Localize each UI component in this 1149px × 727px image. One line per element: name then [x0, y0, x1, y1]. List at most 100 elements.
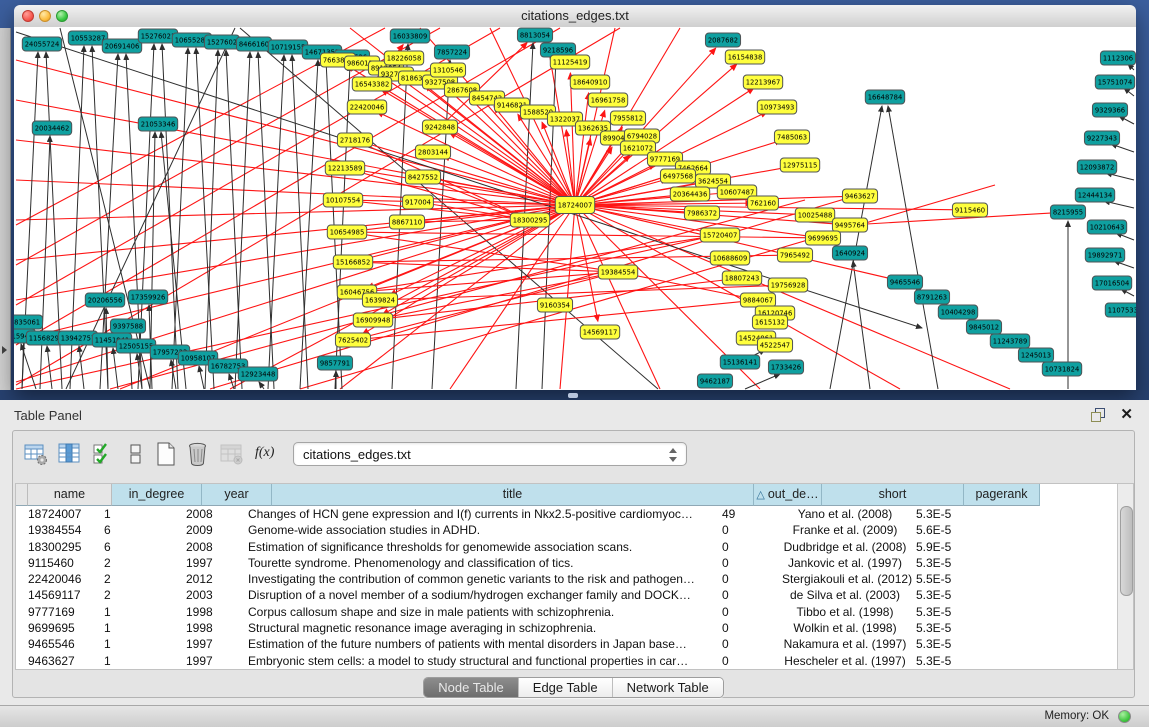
cell-title[interactable]: Tourette syndrome. Phenomenology and cla… — [244, 555, 718, 571]
cell-out_de[interactable]: 0 — [718, 604, 778, 620]
cell-in_degree[interactable]: 2 — [100, 587, 182, 603]
cell-title[interactable]: Genome-wide association studies in ADHD. — [244, 522, 718, 538]
cell-pagerank[interactable]: 5.3E-5 — [912, 636, 980, 652]
table-row[interactable]: 1456911722003Disruption of a novel membe… — [16, 587, 1117, 603]
column-header-title[interactable]: title — [272, 484, 754, 506]
panel-splitter-handle[interactable] — [568, 393, 578, 398]
tab-network-table[interactable]: Network Table — [613, 678, 723, 697]
cell-year[interactable]: 1997 — [182, 555, 244, 571]
select-columns-icon[interactable] — [57, 441, 85, 469]
cell-year[interactable]: 2008 — [182, 506, 244, 522]
cell-out_de[interactable]: 0 — [718, 620, 778, 636]
cell-in_degree[interactable]: 1 — [100, 604, 182, 620]
column-header-short[interactable]: short — [822, 484, 964, 506]
cell-year[interactable]: 2012 — [182, 571, 244, 587]
cell-title[interactable]: Estimation of the future numbers of pati… — [244, 636, 718, 652]
cell-name[interactable]: 19384554 — [24, 522, 100, 538]
cell-short[interactable]: Wolkin et al. (1998) — [778, 620, 912, 636]
cell-short[interactable]: Dudbridge et al. (2008) — [778, 539, 912, 555]
table-selector-dropdown[interactable]: citations_edges.txt — [293, 442, 687, 466]
window-titlebar[interactable]: citations_edges.txt — [14, 5, 1136, 28]
cell-year[interactable]: 2003 — [182, 587, 244, 603]
cell-pagerank[interactable]: 5.9E-5 — [912, 539, 980, 555]
function-builder-icon[interactable]: f(x) — [255, 445, 283, 473]
table-row[interactable]: 1830029562008Estimation of significance … — [16, 539, 1117, 555]
cell-name[interactable]: 9777169 — [24, 604, 100, 620]
cell-pagerank[interactable]: 5.5E-5 — [912, 571, 980, 587]
cell-in_degree[interactable]: 6 — [100, 539, 182, 555]
tab-node-table[interactable]: Node Table — [424, 678, 519, 697]
cell-short[interactable]: Nakamura et al. (1997) — [778, 636, 912, 652]
cell-out_de[interactable]: 0 — [718, 522, 778, 538]
cell-in_degree[interactable]: 6 — [100, 522, 182, 538]
table-vertical-scrollbar[interactable] — [1117, 484, 1133, 669]
cell-pagerank[interactable]: 5.3E-5 — [912, 653, 980, 669]
table-row[interactable]: 977716911998Corpus callosum shape and si… — [16, 604, 1117, 620]
cell-year[interactable]: 2009 — [182, 522, 244, 538]
cell-name[interactable]: 9463627 — [24, 653, 100, 669]
cell-year[interactable]: 1997 — [182, 653, 244, 669]
cell-short[interactable]: Hescheler et al. (1997) — [778, 653, 912, 669]
new-table-icon[interactable] — [153, 441, 181, 469]
table-row[interactable]: 969969511998Structural magnetic resonanc… — [16, 620, 1117, 636]
tab-edge-table[interactable]: Edge Table — [519, 678, 613, 697]
column-header-name[interactable]: name — [28, 484, 112, 506]
cell-title[interactable]: Disruption of a novel member of a sodium… — [244, 587, 718, 603]
cell-short[interactable]: de Silva et al. (2003) — [778, 587, 912, 603]
cell-year[interactable]: 1997 — [182, 636, 244, 652]
cell-in_degree[interactable]: 2 — [100, 571, 182, 587]
cell-name[interactable]: 22420046 — [24, 571, 100, 587]
cell-pagerank[interactable]: 5.3E-5 — [912, 620, 980, 636]
delete-table-icon[interactable] — [185, 441, 213, 469]
cell-year[interactable]: 1998 — [182, 604, 244, 620]
cell-out_de[interactable]: 0 — [718, 653, 778, 669]
cell-out_de[interactable]: 49 — [718, 506, 778, 522]
cell-in_degree[interactable]: 1 — [100, 506, 182, 522]
cell-in_degree[interactable]: 1 — [100, 653, 182, 669]
cell-out_de[interactable]: 0 — [718, 539, 778, 555]
column-header-out_de[interactable]: △out_de… — [754, 484, 822, 506]
column-header-in_degree[interactable]: in_degree — [112, 484, 202, 506]
cell-name[interactable]: 18724007 — [24, 506, 100, 522]
scrollbar-thumb[interactable] — [1120, 506, 1133, 596]
cell-pagerank[interactable]: 5.3E-5 — [912, 506, 980, 522]
row-height-icon[interactable] — [123, 441, 151, 469]
cell-name[interactable]: 9465546 — [24, 636, 100, 652]
cell-name[interactable]: 18300295 — [24, 539, 100, 555]
close-panel-icon[interactable]: ✕ — [1120, 405, 1133, 423]
cell-title[interactable]: Estimation of significance thresholds fo… — [244, 539, 718, 555]
cell-title[interactable]: Structural magnetic resonance image aver… — [244, 620, 718, 636]
table-row[interactable]: 1938455462009Genome-wide association stu… — [16, 522, 1117, 538]
cell-out_de[interactable]: 0 — [718, 571, 778, 587]
cell-name[interactable]: 9115460 — [24, 555, 100, 571]
table-row[interactable]: 911546021997Tourette syndrome. Phenomeno… — [16, 555, 1117, 571]
cell-short[interactable]: Tibbo et al. (1998) — [778, 604, 912, 620]
cell-title[interactable]: Changes of HCN gene expression and I(f) … — [244, 506, 718, 522]
table-row[interactable]: 946362711997Embryonic stem cells: a mode… — [16, 653, 1117, 669]
column-header-year[interactable]: year — [202, 484, 272, 506]
table-row[interactable]: 2242004622012Investigating the contribut… — [16, 571, 1117, 587]
cell-in_degree[interactable]: 2 — [100, 555, 182, 571]
table-row[interactable]: 1872400712008Changes of HCN gene express… — [16, 506, 1117, 522]
select-rows-icon[interactable] — [91, 441, 119, 469]
cell-pagerank[interactable]: 5.6E-5 — [912, 522, 980, 538]
network-graph[interactable]: 1872400724055724105532872069140615276021… — [14, 27, 1136, 390]
cell-name[interactable]: 9699695 — [24, 620, 100, 636]
cell-short[interactable]: Stergiakouli et al. (2012) — [778, 571, 912, 587]
float-panel-icon[interactable] — [1091, 408, 1105, 421]
cell-title[interactable]: Investigating the contribution of common… — [244, 571, 718, 587]
column-header-pagerank[interactable]: pagerank — [964, 484, 1040, 506]
cell-pagerank[interactable]: 5.3E-5 — [912, 604, 980, 620]
cell-pagerank[interactable]: 5.3E-5 — [912, 587, 980, 603]
cell-title[interactable]: Corpus callosum shape and size in male p… — [244, 604, 718, 620]
cell-title[interactable]: Embryonic stem cells: a model to study s… — [244, 653, 718, 669]
cell-year[interactable]: 2008 — [182, 539, 244, 555]
cell-out_de[interactable]: 0 — [718, 555, 778, 571]
cell-pagerank[interactable]: 5.3E-5 — [912, 555, 980, 571]
cell-short[interactable]: Franke et al. (2009) — [778, 522, 912, 538]
network-canvas[interactable]: 1872400724055724105532872069140615276021… — [14, 27, 1136, 390]
cell-out_de[interactable]: 0 — [718, 636, 778, 652]
cell-short[interactable]: Yano et al. (2008) — [778, 506, 912, 522]
cell-short[interactable]: Jankovic et al. (1997) — [778, 555, 912, 571]
cell-in_degree[interactable]: 1 — [100, 636, 182, 652]
